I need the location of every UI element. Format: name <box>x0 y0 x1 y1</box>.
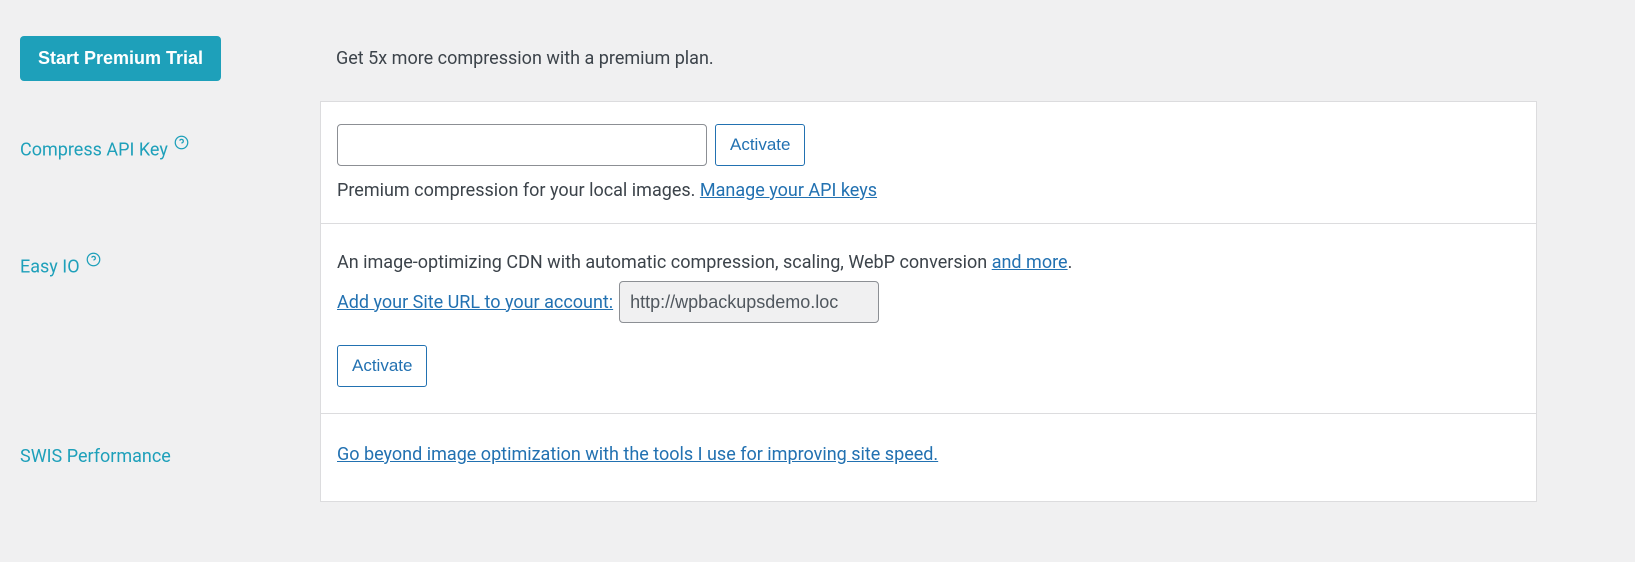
swis-link[interactable]: Go beyond image optimization with the to… <box>337 444 938 465</box>
label-col-easy-io: Easy IO <box>0 224 320 298</box>
activate-api-key-button[interactable]: Activate <box>715 124 805 166</box>
activate-easy-io-button[interactable]: Activate <box>337 345 427 387</box>
easy-io-desc-prefix: An image-optimizing CDN with automatic c… <box>337 252 992 273</box>
row-premium-trial: Start Premium Trial Get 5x more compress… <box>0 0 1635 101</box>
and-more-link[interactable]: and more <box>992 252 1068 273</box>
label-col-swis: SWIS Performance <box>0 414 320 487</box>
help-icon[interactable] <box>86 252 101 267</box>
row-easy-io: Easy IO An image-optimizing CDN with aut… <box>0 224 1635 414</box>
label-col-api-key: Compress API Key <box>0 101 320 181</box>
content-col-easy-io: An image-optimizing CDN with automatic c… <box>320 224 1537 414</box>
easy-io-desc-suffix: . <box>1068 252 1073 273</box>
premium-description: Get 5x more compression with a premium p… <box>336 48 714 69</box>
easy-io-description: An image-optimizing CDN with automatic c… <box>337 252 1516 273</box>
row-swis: SWIS Performance Go beyond image optimiz… <box>0 414 1635 502</box>
api-key-input-row: Activate <box>337 124 1516 166</box>
api-key-desc-text: Premium compression for your local image… <box>337 180 700 201</box>
label-col-premium: Start Premium Trial <box>0 0 320 101</box>
api-key-description: Premium compression for your local image… <box>337 180 1516 201</box>
easy-io-label: Easy IO <box>20 257 80 278</box>
content-col-api-key: Activate Premium compression for your lo… <box>320 101 1537 224</box>
api-key-label: Compress API Key <box>20 140 168 161</box>
site-url-input[interactable] <box>619 281 879 323</box>
manage-api-keys-link[interactable]: Manage your API keys <box>700 180 877 201</box>
row-api-key: Compress API Key Activate Premium compre… <box>0 101 1635 224</box>
help-icon[interactable] <box>174 135 189 150</box>
easy-io-url-row: Add your Site URL to your account: <box>337 281 1516 323</box>
settings-form: Start Premium Trial Get 5x more compress… <box>0 0 1635 502</box>
easy-io-activate-row: Activate <box>337 345 1516 387</box>
add-site-url-link[interactable]: Add your Site URL to your account: <box>337 292 613 313</box>
content-col-premium: Get 5x more compression with a premium p… <box>320 0 1635 99</box>
content-col-swis: Go beyond image optimization with the to… <box>320 414 1537 502</box>
api-key-input[interactable] <box>337 124 707 166</box>
start-premium-trial-button[interactable]: Start Premium Trial <box>20 36 221 81</box>
swis-label: SWIS Performance <box>20 446 171 467</box>
